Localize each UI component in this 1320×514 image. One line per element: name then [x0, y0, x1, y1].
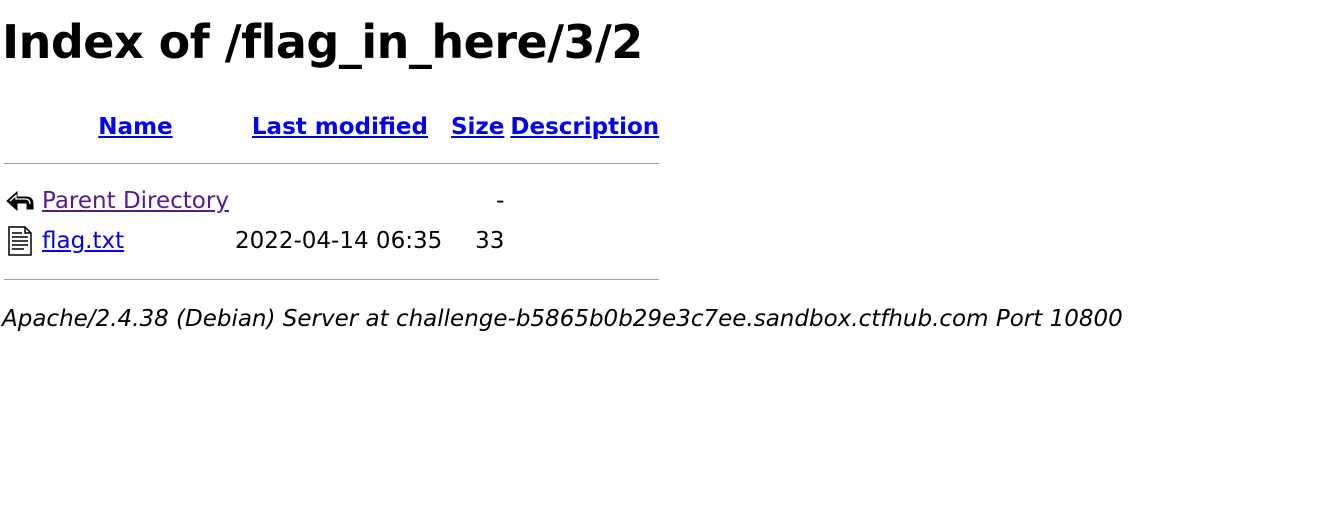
page-title: Index of /flag_in_here/3/2 — [2, 15, 643, 69]
server-signature: Apache/2.4.38 (Debian) Server at challen… — [2, 306, 1123, 332]
size-column-header: Size — [451, 110, 504, 144]
text-file-icon — [4, 225, 36, 257]
description-cell — [510, 182, 659, 220]
description-cell — [510, 222, 659, 260]
table-row: flag.txt 2022-04-14 06:35 33 — [4, 222, 659, 260]
table-header-row: Name Last modified Size Description — [4, 110, 659, 144]
parent-directory-link[interactable]: Parent Directory — [42, 188, 229, 214]
icon-column-header — [4, 110, 36, 144]
last-modified-column-header: Last modified — [235, 110, 445, 144]
description-column-header: Description — [510, 110, 659, 144]
size-cell: - — [496, 188, 505, 214]
sort-by-last-modified-link[interactable]: Last modified — [252, 114, 428, 140]
footer-rule-row — [4, 262, 660, 296]
name-column-header: Name — [42, 110, 229, 144]
footer-divider — [4, 278, 660, 280]
file-table: Name Last modified Size Description Pare… — [0, 108, 665, 298]
last-modified-cell: 2022-04-14 06:35 — [234, 228, 443, 254]
size-cell: 33 — [475, 228, 505, 254]
directory-listing-page: Index of /flag_in_here/3/2 Name Last mod… — [0, 0, 1320, 514]
sort-by-name-link[interactable]: Name — [98, 114, 172, 140]
back-arrow-icon — [4, 185, 36, 217]
header-divider — [4, 162, 660, 164]
header-rule-row — [4, 146, 660, 180]
flag-txt-link[interactable]: flag.txt — [42, 228, 124, 254]
last-modified-cell — [235, 182, 445, 220]
sort-by-description-link[interactable]: Description — [510, 114, 659, 140]
sort-by-size-link[interactable]: Size — [451, 114, 504, 140]
table-row: Parent Directory - — [4, 182, 659, 220]
